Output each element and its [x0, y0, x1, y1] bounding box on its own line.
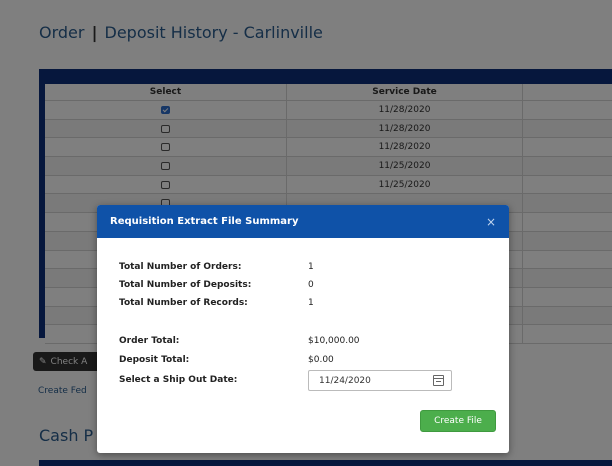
- close-icon[interactable]: ×: [486, 215, 496, 229]
- modal-title: Requisition Extract File Summary: [110, 216, 299, 227]
- ship-date-input[interactable]: 11/24/2020: [308, 370, 452, 391]
- order-total-label: Order Total:: [119, 336, 180, 346]
- orders-label: Total Number of Orders:: [119, 262, 242, 272]
- requisition-summary-modal: Requisition Extract File Summary × Total…: [97, 205, 509, 453]
- create-file-button[interactable]: Create File: [420, 410, 496, 432]
- deposits-value: 0: [308, 280, 314, 290]
- deposit-total-label: Deposit Total:: [119, 355, 190, 365]
- modal-header: Requisition Extract File Summary ×: [97, 205, 509, 238]
- order-total-value: $10,000.00: [308, 336, 360, 346]
- ship-date-label: Select a Ship Out Date:: [119, 375, 238, 385]
- deposit-total-value: $0.00: [308, 355, 334, 365]
- deposits-label: Total Number of Deposits:: [119, 280, 252, 290]
- orders-value: 1: [308, 262, 314, 272]
- records-value: 1: [308, 298, 314, 308]
- ship-date-value: 11/24/2020: [319, 375, 371, 386]
- calendar-icon[interactable]: [433, 375, 444, 386]
- records-label: Total Number of Records:: [119, 298, 248, 308]
